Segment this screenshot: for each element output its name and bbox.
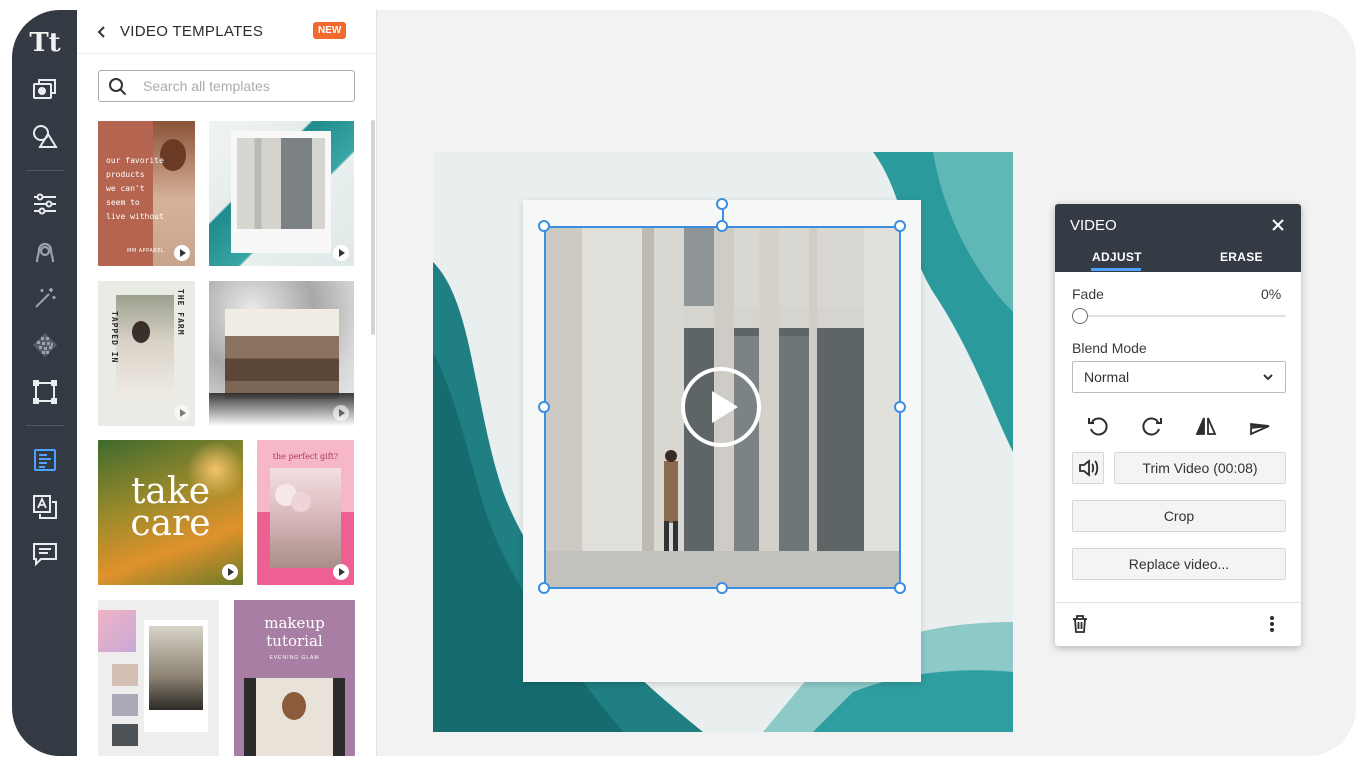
play-icon [174, 245, 190, 261]
tab-erase[interactable]: ERASE [1220, 250, 1263, 264]
photos-icon[interactable] [24, 70, 66, 108]
blend-mode-value: Normal [1084, 369, 1130, 385]
play-icon [333, 405, 349, 421]
resize-handle-right[interactable] [894, 401, 906, 413]
template-card-perfect-gift[interactable]: the perfect gift? [257, 440, 354, 585]
templates-icon[interactable] [24, 441, 66, 479]
panel-title: VIDEO TEMPLATES [120, 23, 264, 40]
chevron-down-icon [1263, 374, 1273, 381]
active-tab-indicator [1091, 268, 1141, 271]
template-search [98, 70, 355, 102]
adjust-icon[interactable] [24, 185, 66, 223]
editor-window: Tt VIDEO TEMPLATES NEW Search all templa… [12, 10, 1356, 756]
template-brand: MM APPAREL [127, 248, 165, 254]
template-card-favorite-products[interactable]: our favorite products we can't seem to l… [98, 121, 195, 266]
template-card-the-farm[interactable]: TAPPED IN THE FARM [98, 281, 195, 426]
template-card-teal-building[interactable] [209, 121, 354, 266]
resize-handle-bottom-right[interactable] [894, 582, 906, 594]
panel-header: VIDEO TEMPLATES NEW [77, 10, 376, 54]
template-subtitle: EVENING GLAM [269, 655, 320, 661]
play-icon [333, 245, 349, 261]
tab-adjust[interactable]: ADJUST [1092, 250, 1142, 264]
new-badge: NEW [313, 22, 347, 39]
resize-handle-top-right[interactable] [894, 220, 906, 232]
blend-mode-label: Blend Mode [1072, 340, 1147, 356]
rotate-right-icon[interactable] [1138, 412, 1166, 440]
templates-panel: VIDEO TEMPLATES NEW our favorite product… [77, 10, 377, 756]
frame-icon[interactable] [24, 373, 66, 411]
resize-handle-left[interactable] [538, 401, 550, 413]
text-icon[interactable]: Tt [24, 24, 66, 62]
more-options-icon[interactable] [1269, 614, 1275, 639]
flip-vertical-icon[interactable] [1246, 412, 1274, 440]
template-card-mountains[interactable] [209, 281, 354, 426]
template-text: take care [130, 471, 211, 544]
template-card-take-care[interactable]: take care [98, 440, 243, 585]
search-icon [109, 78, 127, 96]
template-text: TAPPED IN [110, 311, 119, 364]
magic-wand-icon[interactable] [24, 279, 66, 317]
tool-rail: Tt [12, 10, 77, 756]
trash-icon[interactable] [1071, 614, 1089, 639]
resize-handle-bottom-left[interactable] [538, 582, 550, 594]
design-canvas[interactable] [433, 152, 1013, 732]
crop-button[interactable]: Crop [1072, 500, 1286, 532]
close-icon[interactable] [1271, 216, 1285, 236]
panel-title: VIDEO [1070, 217, 1117, 234]
fade-value: 0% [1261, 286, 1282, 302]
template-text: makeup tutorial [264, 614, 325, 650]
text-effects-icon[interactable] [24, 488, 66, 526]
play-icon [222, 564, 238, 580]
back-icon[interactable] [95, 22, 111, 42]
selection-box [544, 226, 901, 589]
text-tool-label: Tt [29, 28, 61, 58]
comments-icon[interactable] [24, 535, 66, 573]
volume-icon [1079, 459, 1099, 477]
template-text: THE FARM [176, 289, 185, 336]
panel-header: VIDEO ADJUST ERASE [1055, 204, 1301, 272]
play-icon [174, 405, 190, 421]
fade-slider-handle[interactable] [1072, 308, 1088, 324]
fade-slider[interactable] [1079, 315, 1286, 317]
panel-scrollbar[interactable] [371, 120, 375, 335]
template-card-collage[interactable] [98, 600, 219, 756]
fade-label: Fade [1072, 286, 1104, 302]
rotate-handle[interactable] [716, 198, 728, 210]
template-text: the perfect gift? [272, 452, 339, 461]
shapes-icon[interactable] [24, 117, 66, 155]
trim-video-button[interactable]: Trim Video (00:08) [1114, 452, 1286, 484]
resize-handle-top-left[interactable] [538, 220, 550, 232]
flip-horizontal-icon[interactable] [1192, 412, 1220, 440]
resize-handle-top[interactable] [716, 220, 728, 232]
retouch-icon[interactable] [24, 232, 66, 270]
rotate-left-icon[interactable] [1084, 412, 1112, 440]
pattern-icon[interactable] [24, 326, 66, 364]
play-icon [333, 564, 349, 580]
replace-video-button[interactable]: Replace video... [1072, 548, 1286, 580]
search-input[interactable] [143, 76, 343, 96]
resize-handle-bottom[interactable] [716, 582, 728, 594]
blend-mode-select[interactable]: Normal [1072, 361, 1286, 393]
video-properties-panel: VIDEO ADJUST ERASE Fade 0% Blend Mode No… [1055, 204, 1301, 646]
template-card-makeup-tutorial[interactable]: makeup tutorial EVENING GLAM [234, 600, 355, 756]
footer-divider [1055, 602, 1301, 603]
volume-button[interactable] [1072, 452, 1104, 484]
template-text: our favorite products we can't seem to l… [106, 156, 164, 221]
